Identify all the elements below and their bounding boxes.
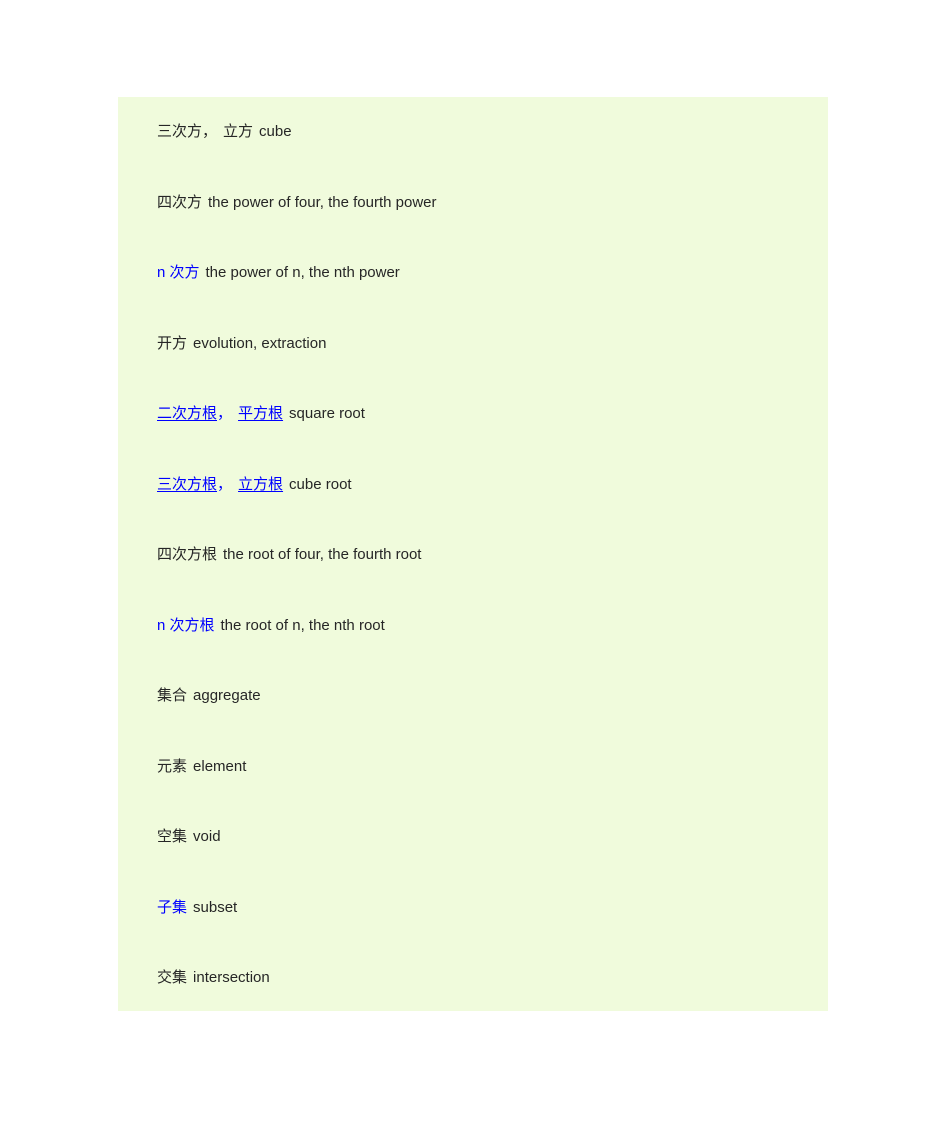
definition-text: the root of n, the nth root [220,616,385,634]
glossary-entry: 四次方根 the root of four, the fourth root [118,520,828,591]
definition-text: subset [193,898,238,916]
term-separator: ， [217,405,233,422]
term-label: 空集 [157,828,188,845]
term-label: 立方 [223,123,254,140]
glossary-entry: 三次方， 立方 cube [118,97,828,168]
glossary-entry: 子集 subset [118,873,828,944]
term-label: 开方 [157,334,188,352]
term-separator: ， [217,475,233,493]
definition-text: cube [259,123,292,140]
glossary-entry: 交集 intersection [118,943,828,1011]
glossary-entry: 空集 void [118,802,828,873]
definition-text: element [193,757,247,775]
glossary-entry: 开方 evolution, extraction [118,309,828,380]
glossary-entry: n 次方根 the root of n, the nth root [118,591,828,662]
term-link[interactable]: 二次方根 [157,405,217,422]
term-link[interactable]: 平方根 [238,405,283,422]
term-label: 四次方根 [157,546,218,563]
definition-text: intersection [193,969,270,986]
term-label: 元素 [157,757,188,775]
definition-text: aggregate [193,687,261,704]
glossary-entry: 三次方根， 立方根 cube root [118,450,828,521]
term-link[interactable]: 三次方根 [157,476,217,493]
term-label: 交集 [157,969,188,986]
glossary-entry-list: 三次方， 立方 cube 四次方 the power of four, the four… [118,97,828,1011]
term-label: 集合 [157,687,188,704]
term-label[interactable]: n 次方根 [157,617,215,634]
definition-text: evolution, extraction [193,334,327,352]
term-label: 四次方 [157,193,203,211]
glossary-entry: 元素 element [118,732,828,803]
term-label[interactable]: n 次方 [157,264,200,281]
glossary-entry: 二次方根， 平方根 square root [118,379,828,450]
definition-text: square root [289,405,365,422]
definition-text: the power of four, the fourth power [208,193,437,211]
term-separator: ， [202,123,218,140]
definition-text: the root of four, the fourth root [223,546,422,563]
term-link[interactable]: 立方根 [238,476,283,493]
glossary-panel: 三次方， 立方 cube 四次方 the power of four, the four… [118,97,828,1011]
glossary-entry: 集合 aggregate [118,661,828,732]
definition-text: void [193,828,221,845]
glossary-entry: n 次方 the power of n, the nth power [118,238,828,309]
glossary-entry: 四次方 the power of four, the fourth power [118,168,828,239]
definition-text: the power of n, the nth power [205,264,400,281]
definition-text: cube root [289,475,352,493]
term-label[interactable]: 子集 [157,899,187,916]
term-label: 三次方 [157,123,203,140]
